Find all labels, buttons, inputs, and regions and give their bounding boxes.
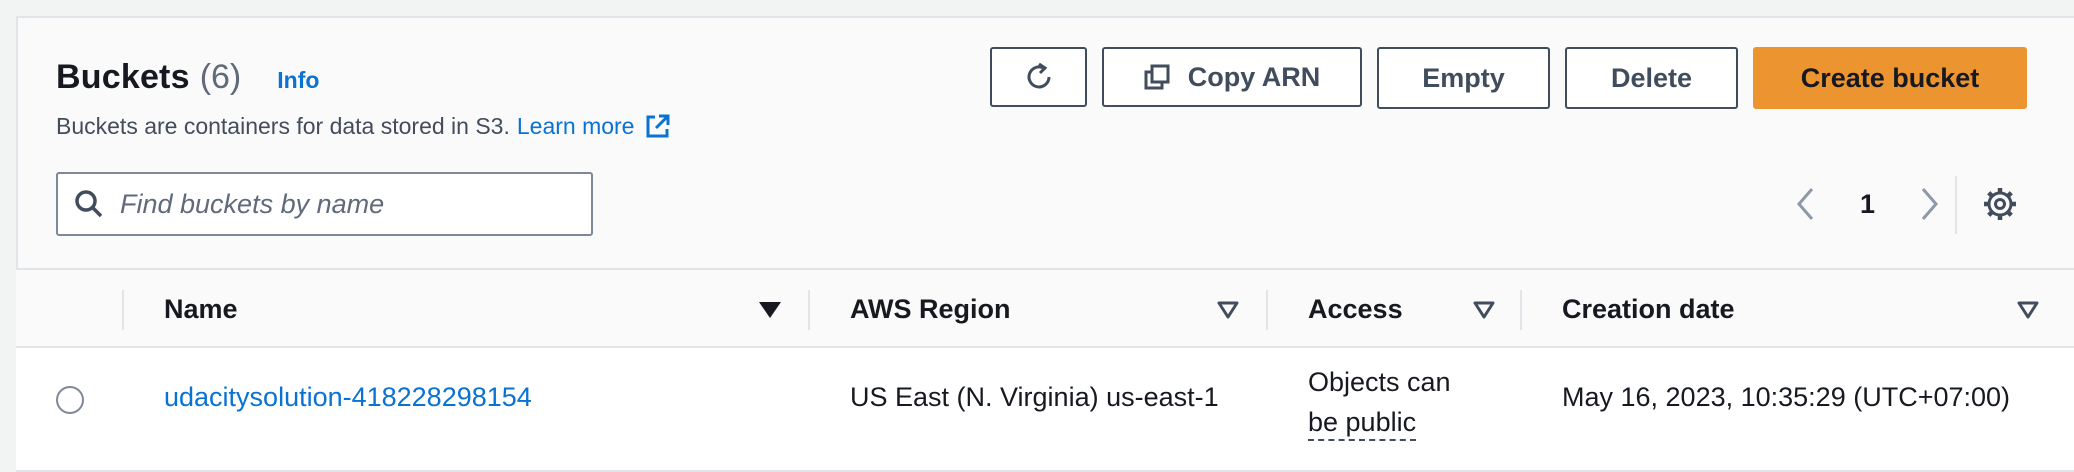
gear-icon[interactable] bbox=[1982, 186, 2018, 222]
refresh-icon bbox=[1027, 62, 1050, 89]
copy-icon bbox=[1144, 64, 1170, 90]
external-link-icon bbox=[646, 114, 670, 138]
row-select-radio[interactable] bbox=[56, 386, 84, 414]
bucket-creation-date: May 16, 2023, 10:35:29 (UTC+07:00) bbox=[1562, 382, 2011, 412]
search-input[interactable] bbox=[120, 188, 560, 220]
search-icon bbox=[75, 190, 103, 218]
column-header-access[interactable]: Access bbox=[1308, 270, 1403, 348]
sort-icon[interactable] bbox=[1216, 300, 1240, 320]
info-link[interactable]: Info bbox=[277, 67, 319, 94]
column-divider bbox=[1520, 290, 1522, 330]
empty-button[interactable]: Empty bbox=[1377, 47, 1550, 109]
bucket-count: (6) bbox=[199, 58, 242, 96]
sort-descending-icon[interactable] bbox=[758, 300, 782, 320]
table-row: udacitysolution-418228298154 US East (N.… bbox=[16, 348, 2074, 472]
page-title: Buckets bbox=[56, 58, 190, 96]
search-box bbox=[56, 172, 593, 236]
bucket-access[interactable]: Objects can be public bbox=[1308, 362, 1451, 442]
page-description: Buckets are containers for data stored i… bbox=[56, 112, 672, 140]
sort-icon[interactable] bbox=[1472, 300, 1496, 320]
description-text: Buckets are containers for data stored i… bbox=[56, 112, 510, 139]
pager-divider bbox=[1955, 176, 1957, 234]
learn-more-label: Learn more bbox=[516, 112, 635, 139]
bucket-region: US East (N. Virginia) us-east-1 bbox=[850, 382, 1219, 412]
previous-page-icon[interactable] bbox=[1790, 182, 1820, 226]
column-divider bbox=[1266, 290, 1268, 330]
page-header: Buckets (6) Info bbox=[56, 58, 319, 97]
buckets-table: Name AWS Region Access Creation date uda… bbox=[16, 268, 2074, 472]
learn-more-link[interactable]: Learn more bbox=[517, 112, 673, 140]
create-bucket-button[interactable]: Create bucket bbox=[1753, 47, 2027, 109]
column-divider bbox=[808, 290, 810, 330]
access-text-line1: Objects can bbox=[1308, 367, 1451, 397]
delete-button[interactable]: Delete bbox=[1565, 47, 1738, 109]
copy-arn-button[interactable]: Copy ARN bbox=[1102, 47, 1362, 107]
pagination: 1 bbox=[1790, 182, 1945, 226]
refresh-button[interactable] bbox=[990, 47, 1087, 107]
table-header: Name AWS Region Access Creation date bbox=[16, 268, 2074, 348]
copy-arn-label: Copy ARN bbox=[1187, 61, 1321, 92]
sort-icon[interactable] bbox=[2016, 300, 2040, 320]
column-header-creation-date[interactable]: Creation date bbox=[1562, 270, 1735, 348]
column-header-name[interactable]: Name bbox=[164, 270, 238, 348]
column-divider bbox=[122, 290, 124, 330]
access-text-line2: be public bbox=[1308, 407, 1417, 441]
column-header-region[interactable]: AWS Region bbox=[850, 270, 1011, 348]
page-number[interactable]: 1 bbox=[1860, 189, 1875, 220]
bucket-name-link[interactable]: udacitysolution-418228298154 bbox=[164, 382, 532, 413]
next-page-icon[interactable] bbox=[1915, 182, 1945, 226]
